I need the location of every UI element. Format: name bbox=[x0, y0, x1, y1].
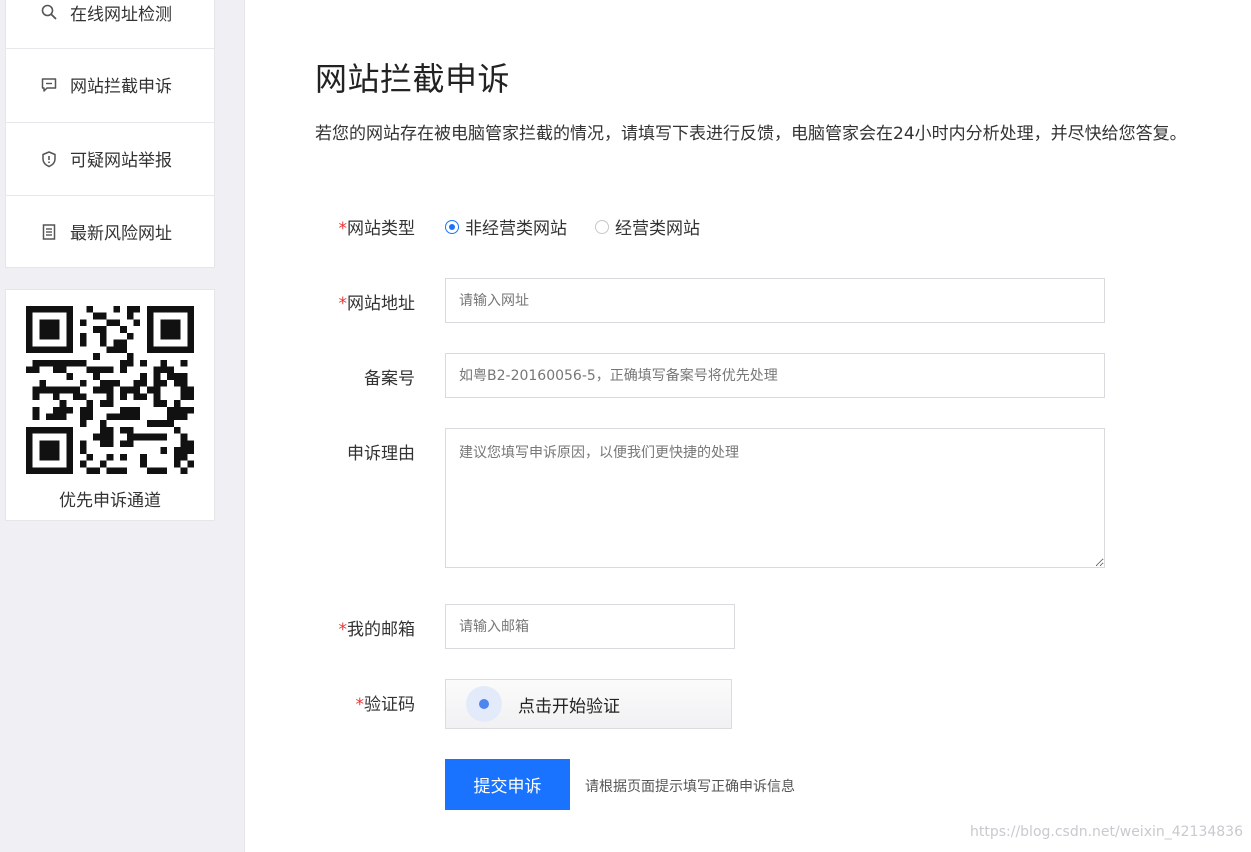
site-type-label: *网站类型 bbox=[215, 214, 416, 239]
captcha-verify-button[interactable]: 点击开始验证 bbox=[445, 679, 732, 729]
email-field[interactable] bbox=[445, 604, 735, 649]
sidebar-item-report[interactable]: 可疑网站举报 bbox=[6, 122, 214, 194]
page-title: 网站拦截申诉 bbox=[315, 60, 511, 98]
required-mark: * bbox=[338, 219, 348, 239]
sidebar-item-label: 最新风险网址 bbox=[70, 224, 172, 244]
required-mark: * bbox=[338, 620, 348, 640]
radio-dot[interactable] bbox=[445, 219, 459, 234]
radio-dot[interactable] bbox=[595, 219, 609, 234]
qr-card: 优先申诉通道 bbox=[5, 289, 215, 521]
required-mark: * bbox=[338, 294, 348, 314]
shield-icon bbox=[40, 150, 58, 168]
sidebar-item-block-appeal[interactable]: 网站拦截申诉 bbox=[6, 48, 214, 120]
page-description: 若您的网站存在被电脑管家拦截的情况，请填写下表进行反馈，电脑管家会在24小时内分… bbox=[315, 124, 1187, 144]
document-icon bbox=[40, 223, 58, 241]
radio-label: 经营类网站 bbox=[615, 219, 700, 239]
required-mark: * bbox=[355, 695, 365, 715]
label-text: 验证码 bbox=[364, 695, 415, 715]
sidebar-item-label: 在线网址检测 bbox=[70, 4, 172, 25]
reason-label: 申诉理由 bbox=[347, 444, 415, 464]
reason-textarea[interactable] bbox=[445, 428, 1105, 568]
sidebar-menu: 在线网址检测 网站拦截申诉 可疑网站举报 最新风险网址 bbox=[5, 0, 215, 268]
site-url-input[interactable] bbox=[445, 278, 1105, 323]
label-text: 我的邮箱 bbox=[347, 620, 415, 640]
radio-commercial[interactable]: 经营类网站 bbox=[595, 214, 700, 239]
site-url-label: *网站地址 bbox=[215, 289, 416, 314]
icp-input[interactable] bbox=[445, 353, 1105, 398]
verify-icon bbox=[466, 686, 502, 722]
qr-caption: 优先申诉通道 bbox=[59, 491, 161, 511]
submit-button[interactable]: 提交申诉 bbox=[445, 759, 570, 810]
sidebar: 在线网址检测 网站拦截申诉 可疑网站举报 最新风险网址 优先申诉通道 bbox=[0, 0, 245, 852]
sidebar-item-url-check[interactable]: 在线网址检测 bbox=[6, 0, 214, 48]
chat-icon bbox=[40, 76, 58, 94]
icp-label: 备案号 bbox=[364, 369, 415, 389]
watermark: https://blog.csdn.net/weixin_42134836 bbox=[969, 824, 1243, 840]
site-type-radio-group: 非经营类网站 经营类网站 bbox=[445, 214, 728, 239]
qr-code bbox=[26, 306, 194, 474]
search-icon bbox=[40, 3, 58, 21]
verify-text: 点击开始验证 bbox=[518, 696, 620, 717]
sidebar-item-latest-risk[interactable]: 最新风险网址 bbox=[6, 195, 214, 267]
email-label: *我的邮箱 bbox=[215, 615, 416, 640]
radio-label: 非经营类网站 bbox=[465, 219, 567, 239]
sidebar-item-label: 可疑网站举报 bbox=[70, 151, 172, 171]
label-text: 网站类型 bbox=[347, 219, 415, 239]
label-text: 网站地址 bbox=[347, 294, 415, 314]
radio-non-commercial[interactable]: 非经营类网站 bbox=[445, 214, 567, 239]
sidebar-item-label: 网站拦截申诉 bbox=[70, 77, 172, 97]
submit-hint: 请根据页面提示填写正确申诉信息 bbox=[585, 779, 795, 795]
captcha-label: *验证码 bbox=[215, 690, 416, 715]
